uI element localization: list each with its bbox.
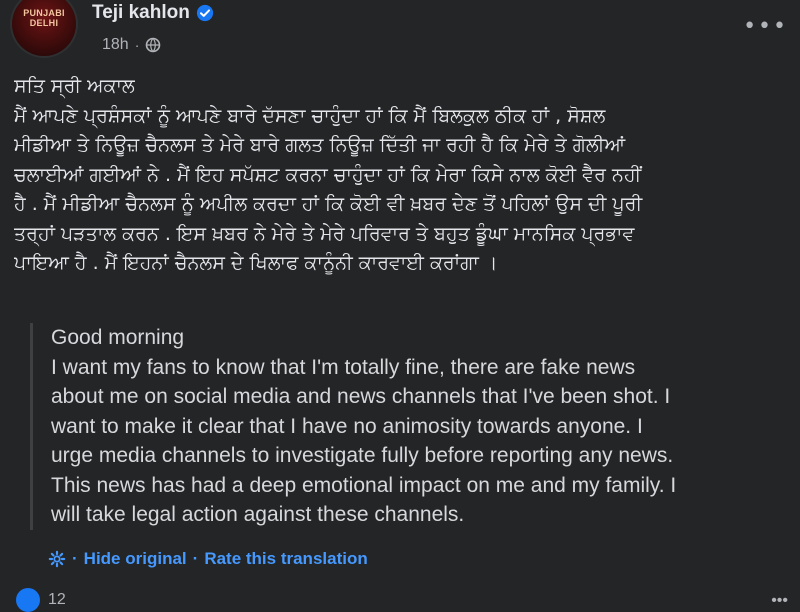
post-meta: 18h · — [102, 36, 161, 54]
post-line: ਮੈਂ ਆਪਣੇ ਪ੍ਰਸ਼ੰਸਕਾਂ ਨੂੰ ਆਪਣੇ ਬਾਰੇ ਦੱਸਣਾ … — [14, 104, 606, 127]
hide-original-link[interactable]: Hide original — [84, 549, 187, 569]
author-row: Teji kahlon — [92, 2, 214, 24]
translation-line: will take legal action against these cha… — [51, 503, 465, 526]
translation-line: I want my fans to know that I'm totally … — [51, 355, 636, 379]
translation-line: want to make it clear that I have no ani… — [51, 414, 643, 438]
rate-translation-link[interactable]: Rate this translation — [204, 549, 367, 569]
post-line: ਮੀਡੀਆ ਤੇ ਨਿਊਜ਼ ਚੈਨਲਸ ਤੇ ਮੇਰੇ ਬਾਰੇ ਗਲਤ ਨਿ… — [14, 134, 626, 156]
meta-separator: · — [134, 37, 140, 53]
post-line: ਪਾਇਆ ਹੈ . ਮੈਂ ਇਹਨਾਂ ਚੈਨਲਸ ਦੇ ਖਿਲਾਫ ਕਾਨੂੰ… — [14, 252, 498, 274]
verified-badge-icon — [196, 4, 213, 22]
post-line: ਸਤਿ ਸ੍ਰੀ ਅਕਾਲ — [14, 75, 135, 97]
post-line: ਚਲਾਈਆਂ ਗਈਆਂ ਨੇ . ਮੈਂ ਇਹ ਸਪੱਸ਼ਟ ਕਰਨਾ ਚਾਹੁ… — [14, 163, 642, 186]
translation-block: Good morning I want my fans to know that… — [30, 323, 800, 530]
post-text: ਸਤਿ ਸ੍ਰੀ ਅਕਾਲ ਮੈਂ ਆਪਣੇ ਪ੍ਰਸ਼ੰਸਕਾਂ ਨੂੰ ਆਪ… — [14, 72, 788, 279]
translation-links: · Hide original · Rate this translation — [48, 549, 368, 569]
post-header: PUNJABI DELHI Teji kahlon 18h · ••• — [12, 0, 788, 62]
translate-gear-icon[interactable] — [48, 550, 66, 568]
translation-line: urge media channels to investigate fully… — [51, 444, 674, 467]
post-line: ਹੈ . ਮੈਂ ਮੀਡੀਆ ਚੈਨਲਸ ਨੂੰ ਅਪੀਲ ਕਰਦਾ ਹਾਂ ਕ… — [14, 193, 643, 215]
post-timestamp[interactable]: 18h — [102, 36, 129, 54]
like-reaction-icon — [16, 588, 40, 612]
globe-icon[interactable] — [145, 37, 161, 53]
link-separator: · — [72, 549, 78, 568]
avatar-logo-text: PUNJABI DELHI — [23, 8, 65, 28]
author-name[interactable]: Teji kahlon — [92, 2, 190, 24]
post-line: ਤਰ੍ਹਾਂ ਪੜਤਾਲ ਕਰਨ . ਇਸ ਖ਼ਬਰ ਨੇ ਮੇਰੇ ਤੇ ਮੇ… — [14, 222, 635, 245]
more-horizontal-icon[interactable]: ••• — [743, 14, 788, 39]
translation-line: about me on social media and news channe… — [51, 385, 671, 408]
avatar[interactable]: PUNJABI DELHI — [12, 0, 76, 56]
link-separator: · — [192, 549, 199, 568]
reaction-count[interactable]: 12 — [48, 591, 66, 609]
translation-line: This news has had a deep emotional impac… — [51, 473, 677, 497]
translation-line: Good morning — [51, 326, 185, 349]
reactions-summary[interactable]: 12 — [16, 588, 66, 612]
more-horizontal-footer-icon[interactable]: ••• — [771, 592, 788, 610]
